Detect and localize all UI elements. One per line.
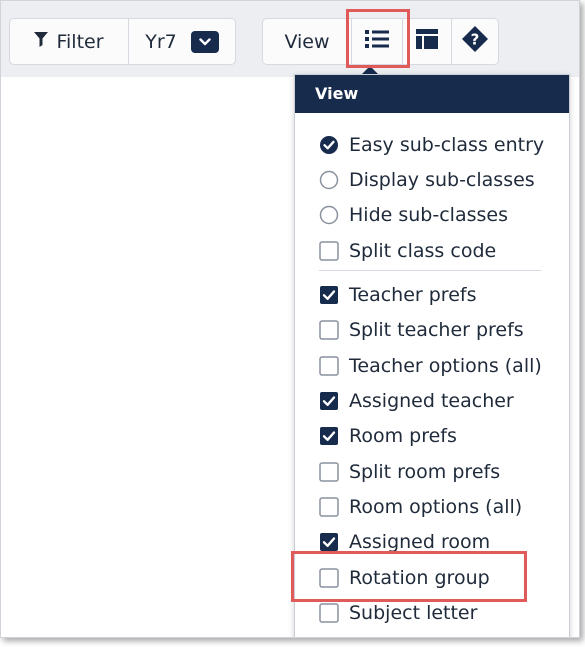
checkbox[interactable] [319,356,339,376]
view-button[interactable]: View [262,18,352,65]
option-label: Split teacher prefs [349,319,524,341]
highlight-box [346,9,410,68]
filter-button[interactable]: Filter [9,18,129,65]
checkbox[interactable] [319,285,339,305]
option-label: Assigned room [349,531,491,553]
option-label: Split room prefs [349,461,501,483]
option-teacher-options-all[interactable]: Teacher options (all) [319,351,542,381]
layout-icon [416,29,438,54]
checkbox[interactable] [319,241,339,261]
option-label: Teacher prefs [349,284,477,306]
option-room-options-all[interactable]: Room options (all) [319,492,522,522]
option-label: Hide sub-classes [349,204,508,226]
option-split-room-prefs[interactable]: Split room prefs [319,457,500,487]
checkbox[interactable] [319,497,339,517]
option-label: Easy sub-class entry [349,134,545,156]
radio-button[interactable] [319,170,339,190]
year-value: Yr7 [145,30,177,53]
checkbox[interactable] [319,462,339,482]
view-label: View [284,30,330,53]
option-label: Room options (all) [349,496,523,518]
checkbox[interactable] [319,391,339,411]
view-menu-title: View [295,75,569,113]
highlight-box [291,551,527,602]
option-label: Subject letter [349,602,478,624]
checkbox[interactable] [319,426,339,446]
toolbar: Filter Yr7 View ? [1,1,579,77]
radio-button[interactable] [319,205,339,225]
app-window: Filter Yr7 View ? View Easy sub-class en… [0,0,580,638]
help-button[interactable]: ? [451,18,499,65]
option-label: Room prefs [349,425,457,447]
option-display-sub-classes[interactable]: Display sub-classes [319,165,535,195]
svg-text:?: ? [471,31,480,49]
checkbox[interactable] [319,603,339,623]
funnel-icon [34,32,49,51]
chevron-down-icon [190,30,219,53]
option-teacher-prefs[interactable]: Teacher prefs [319,280,476,310]
year-dropdown[interactable]: Yr7 [128,18,236,65]
help-diamond-icon: ? [461,25,489,58]
option-room-prefs[interactable]: Room prefs [319,421,457,451]
radio-button[interactable] [319,135,339,155]
option-label: Display sub-classes [349,169,535,191]
option-label: Split class code [349,240,497,262]
option-hide-sub-classes[interactable]: Hide sub-classes [319,200,508,230]
option-assigned-teacher[interactable]: Assigned teacher [319,386,514,416]
option-label: Teacher options (all) [349,355,542,377]
option-split-teacher-prefs[interactable]: Split teacher prefs [319,315,524,345]
option-subject-letter[interactable]: Subject letter [319,598,477,628]
checkbox[interactable] [319,532,339,552]
filter-label: Filter [56,30,104,53]
checkbox[interactable] [319,320,339,340]
option-label: Assigned teacher [349,390,514,412]
menu-divider [319,270,541,271]
option-easy-sub-class-entry[interactable]: Easy sub-class entry [319,130,544,160]
option-split-class-code[interactable]: Split class code [319,236,496,266]
